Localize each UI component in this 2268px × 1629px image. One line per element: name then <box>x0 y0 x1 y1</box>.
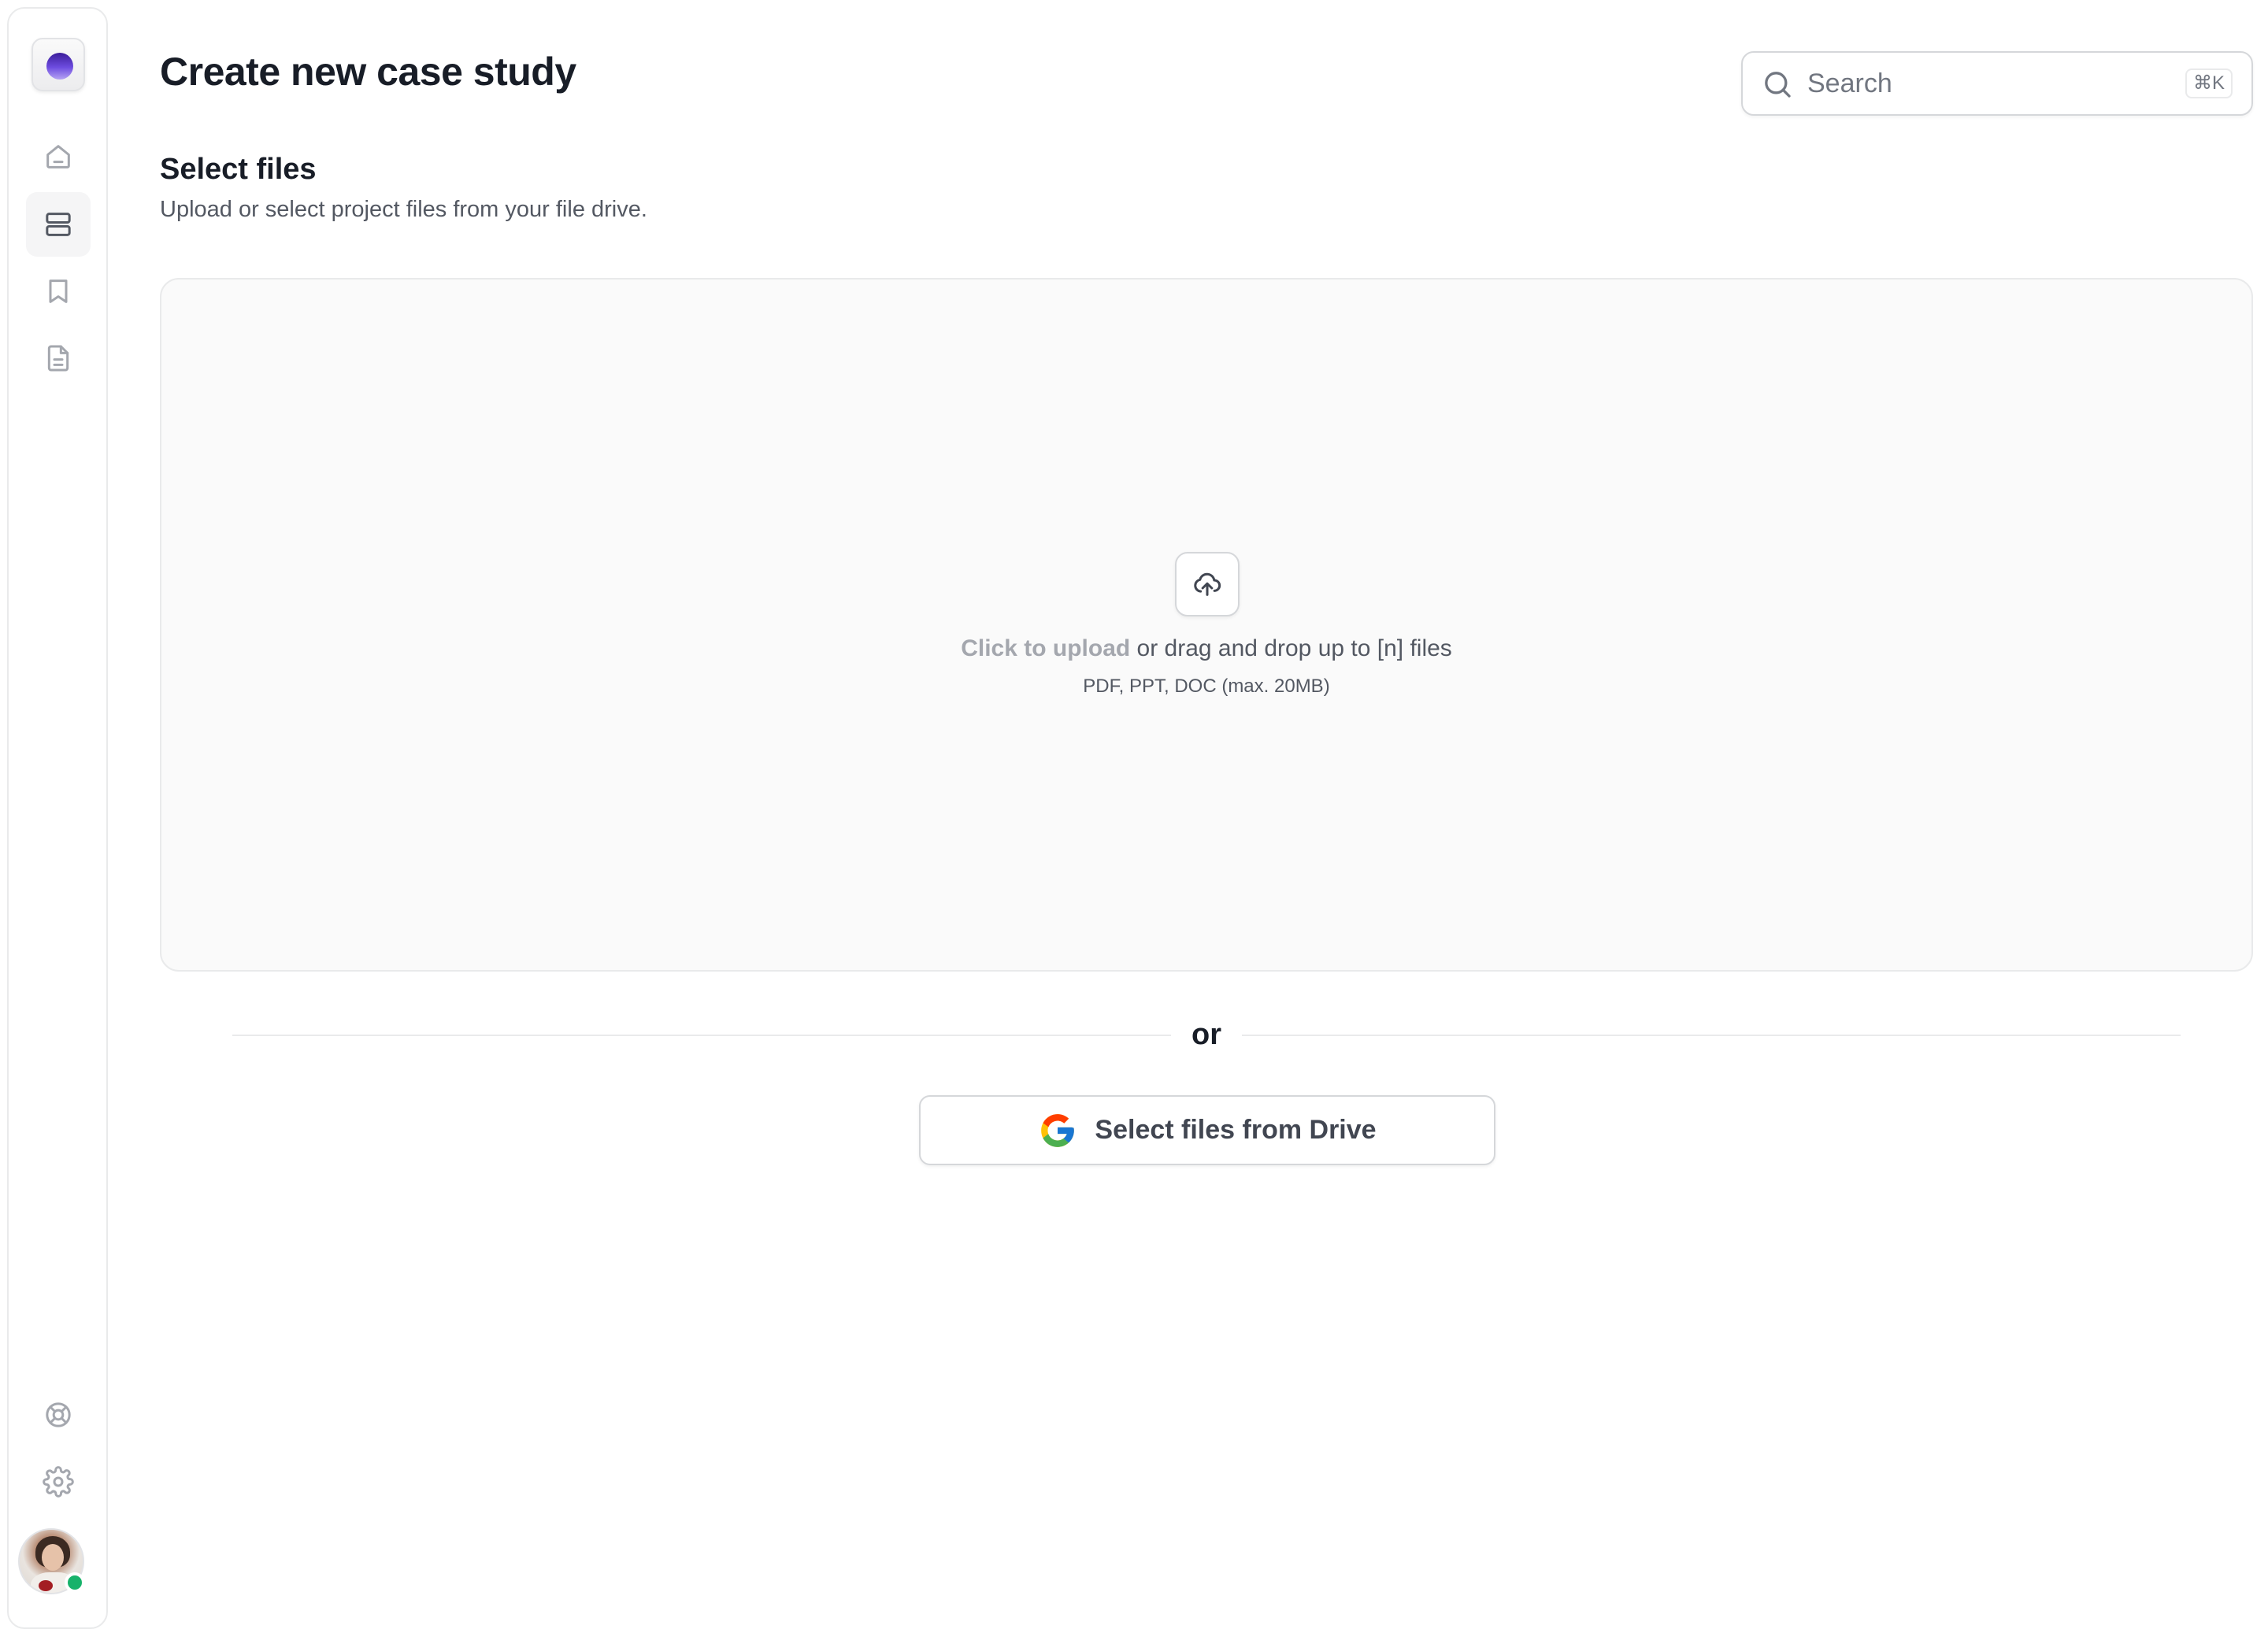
sidebar-item-saved[interactable] <box>26 259 91 324</box>
section-title: Select files <box>160 153 317 186</box>
divider-line-right <box>1242 1035 2181 1036</box>
sidebar <box>7 7 108 1629</box>
google-icon <box>1038 1111 1077 1150</box>
bookmark-icon <box>49 280 68 303</box>
search-input[interactable] <box>1806 53 2152 114</box>
logo-mark <box>46 53 73 80</box>
layers-icon <box>46 213 71 236</box>
select-from-drive-button[interactable]: Select files from Drive <box>919 1095 1495 1165</box>
sidebar-item-documents[interactable] <box>26 326 91 391</box>
app-logo[interactable] <box>32 38 85 91</box>
section-description: Upload or select project files from your… <box>160 197 647 222</box>
upload-cloud-icon <box>1194 572 1221 596</box>
page-title: Create new case study <box>160 50 576 94</box>
drag-drop-text: or drag and drop up to [n] files <box>1130 635 1452 661</box>
upload-instructions: Click to upload or drag and drop up to [… <box>161 635 2251 662</box>
search-box[interactable]: ⌘K <box>1741 51 2253 116</box>
online-status-indicator <box>65 1572 85 1593</box>
or-divider: or <box>232 1013 2181 1057</box>
gear-icon <box>43 1466 74 1498</box>
sidebar-item-projects[interactable] <box>26 192 91 257</box>
file-dropzone[interactable]: Click to upload or drag and drop up to [… <box>160 278 2253 972</box>
sidebar-item-support[interactable] <box>26 1383 91 1447</box>
sidebar-item-home[interactable] <box>26 124 91 189</box>
upload-file-types-hint: PDF, PPT, DOC (max. 20MB) <box>1083 676 1330 697</box>
click-to-upload-link[interactable]: Click to upload <box>961 635 1130 661</box>
drive-button-label: Select files from Drive <box>1095 1115 1377 1145</box>
home-icon <box>46 145 70 168</box>
upload-button[interactable] <box>1175 552 1240 616</box>
life-buoy-icon <box>46 1402 71 1427</box>
search-icon <box>1765 72 1791 98</box>
sidebar-item-settings[interactable] <box>26 1449 91 1514</box>
search-shortcut-badge: ⌘K <box>2185 68 2233 98</box>
file-text-icon <box>47 345 69 372</box>
